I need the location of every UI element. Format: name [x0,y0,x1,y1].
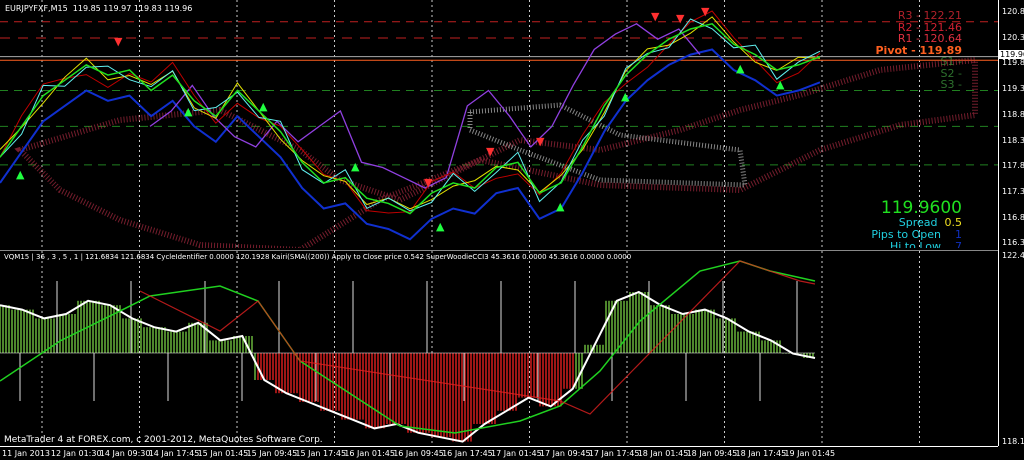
price-tick: 118.35 [1002,135,1024,145]
time-tick: 11 Jan 2013 [2,449,50,458]
time-tick: 17 Jan 17:45 [588,449,640,458]
purple-line [149,23,701,189]
sell-arrow-icon: ▼ [651,10,660,23]
time-tick: 16 Jan 17:45 [442,449,493,458]
time-tick: 15 Jan 17:45 [295,449,347,458]
indicator-header: VQM15 | 36 , 3 , 5 , 1 | 121.6834 121.68… [4,253,632,261]
time-tick: 17 Jan 01:45 [491,449,542,458]
buy-arrow-icon: ▲ [184,105,193,118]
price-chart[interactable]: ▼ ▲ ▲ ▲ ▲ ▼ ▼ ▲ ▲ ▼ ▼ ▼ ▲ ▲ ▼ ▲ EURJPYFXF,M15 119.85 11… [0,0,998,248]
price-tick: 119.85 [1002,58,1024,68]
time-tick: 16 Jan 01:45 [344,449,395,458]
ohlc-values: 119.85 119.97 119.83 119.96 [72,4,193,13]
buy-arrow-icon: ▲ [259,100,268,113]
chikou-line [0,18,821,212]
current-price-display: 119.9600 [880,198,962,218]
price-tick: 118.85 [1002,109,1024,119]
buy-arrow-icon: ▲ [16,168,25,181]
time-tick: 15 Jan 09:45 [246,449,298,458]
copyright-label: MetaTrader 4 at FOREX.com, c 2001-2012, … [4,435,323,445]
hilo-label: Hi to Low [889,240,941,248]
time-tick: 12 Jan 01:30 [50,449,102,458]
time-axis[interactable]: 11 Jan 2013 12 Jan 01:30 14 Jan 09:30 14 Ja… [0,446,998,460]
sell-arrow-icon: ▼ [701,5,710,18]
sell-arrow-icon: ▼ [486,145,495,158]
price-tick: 116.85 [1002,212,1024,222]
time-tick: 18 Jan 17:45 [735,449,787,458]
price-tick: 120.85 [1002,7,1024,16]
time-tick: 18 Jan 01:45 [637,449,689,458]
time-tick: 17 Jan 09:45 [539,449,591,458]
buy-arrow-icon: ▲ [556,200,565,213]
buy-arrow-icon: ▲ [621,90,630,103]
sell-arrow-icon: ▼ [536,135,545,148]
price-tick: 120.35 [1002,32,1024,42]
price-tick: 116.35 [1002,238,1024,248]
price-axis[interactable]: 120.85 120.35 119.85 119.35 118.85 118.35 117.… [998,0,1024,446]
sell-arrow-icon: ▼ [676,12,685,25]
symbol-label: EURJPYFXF,M15 [5,4,68,13]
indicator-tick: 118.105 [1002,437,1024,446]
indicator-tick: 122.418 [1002,251,1024,260]
buy-arrow-icon: ▲ [776,78,785,91]
time-tick: 14 Jan 09:30 [99,449,151,458]
price-tick: 117.35 [1002,186,1024,196]
time-tick: 19 Jan 01:45 [784,449,836,458]
indicator-window[interactable]: VQM15 | 36 , 3 , 5 , 1 | 121.6834 121.68… [0,250,998,447]
current-price-marker: 119.96 [999,50,1024,59]
time-tick: 14 Jan 17:45 [148,449,200,458]
kijun-line [0,10,821,214]
sell-arrow-icon: ▼ [114,35,123,48]
pivot-level: S3 - [940,78,962,91]
buy-arrow-icon: ▲ [436,220,445,233]
hilo-value: 7 [955,240,962,248]
price-tick: 117.85 [1002,161,1024,171]
time-tick: 16 Jan 09:45 [393,449,444,458]
buy-arrow-icon: ▲ [736,62,745,75]
ichimoku-cloud [14,56,978,248]
price-chart-canvas: ▼ ▲ ▲ ▲ ▲ ▼ ▼ ▲ ▲ ▼ ▼ ▼ ▲ ▲ ▼ ▲ [0,0,998,248]
indicator-canvas [0,251,920,447]
time-tick: 15 Jan 01:45 [197,449,249,458]
hilo-row: Hi to Low 7 [890,240,962,248]
buy-arrow-icon: ▲ [351,160,360,173]
sell-arrow-icon: ▼ [424,176,433,189]
time-tick: 18 Jan 09:45 [686,449,738,458]
symbol-header: EURJPYFXF,M15 119.85 119.97 119.83 119.9… [5,4,192,13]
price-tick: 119.35 [1002,84,1024,94]
